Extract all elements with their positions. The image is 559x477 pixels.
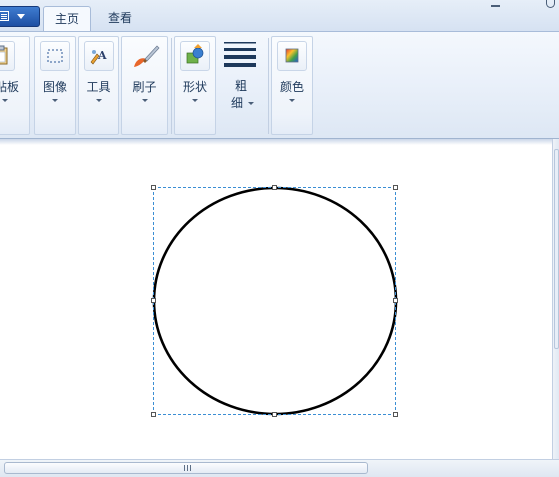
- resize-handle[interactable]: [151, 185, 156, 190]
- resize-handle[interactable]: [151, 298, 156, 303]
- resize-handle[interactable]: [272, 185, 277, 190]
- horizontal-scrollbar[interactable]: [0, 459, 559, 477]
- resize-handle[interactable]: [393, 412, 398, 417]
- resize-handle[interactable]: [272, 412, 277, 417]
- vertical-scroll-thumb[interactable]: [554, 149, 559, 349]
- vertical-scrollbar[interactable]: [552, 139, 559, 459]
- selection-box[interactable]: [153, 187, 396, 415]
- resize-handle[interactable]: [151, 412, 156, 417]
- scroll-grip-icon: [184, 465, 192, 471]
- resize-handle[interactable]: [393, 298, 398, 303]
- resize-handle[interactable]: [393, 185, 398, 190]
- horizontal-scroll-thumb[interactable]: [4, 462, 368, 474]
